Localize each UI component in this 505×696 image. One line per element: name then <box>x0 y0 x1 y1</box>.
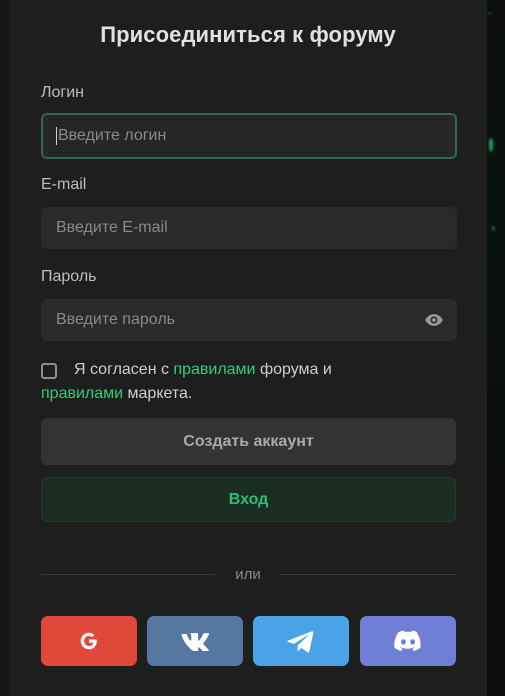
login-field[interactable]: Введите логин <box>41 113 457 159</box>
telegram-icon <box>287 629 315 653</box>
eye-icon[interactable] <box>423 310 445 330</box>
telegram-button[interactable] <box>253 616 349 666</box>
password-field[interactable]: Введите пароль <box>41 299 457 341</box>
page-title: Присоединиться к форуму <box>100 22 396 47</box>
signup-panel: Присоединиться к форуму Логин Введите ло… <box>9 0 487 696</box>
create-account-button[interactable]: Создать аккаунт <box>41 418 456 465</box>
agreement-text: Я согласен с правилами форума и правилами… <box>41 358 457 406</box>
email-label: E-mail <box>41 176 87 193</box>
google-icon <box>78 630 100 652</box>
background-glow <box>492 226 495 231</box>
agreement-text-3: маркета. <box>123 385 193 402</box>
background-right <box>487 0 505 696</box>
login-label: Логин <box>41 84 85 101</box>
background-glow <box>488 12 491 15</box>
vk-icon <box>180 631 210 651</box>
discord-button[interactable] <box>360 616 456 666</box>
background-left <box>0 0 9 696</box>
email-placeholder: Введите E-mail <box>56 219 168 236</box>
agreement-text-1: Я согласен с <box>74 361 174 378</box>
password-placeholder: Введите пароль <box>56 311 175 328</box>
text-caret <box>56 127 57 145</box>
password-label: Пароль <box>41 268 97 285</box>
login-button[interactable]: Вход <box>41 477 456 522</box>
divider-right <box>280 574 456 575</box>
discord-icon <box>394 630 422 652</box>
agreement-text-2: форума и <box>255 361 332 378</box>
google-button[interactable] <box>41 616 137 666</box>
email-field[interactable]: Введите E-mail <box>41 207 457 249</box>
vk-button[interactable] <box>147 616 243 666</box>
background-glow <box>489 138 493 152</box>
market-rules-link[interactable]: правилами <box>41 385 123 402</box>
login-placeholder: Введите логин <box>58 127 167 144</box>
forum-rules-link[interactable]: правилами <box>173 361 255 378</box>
